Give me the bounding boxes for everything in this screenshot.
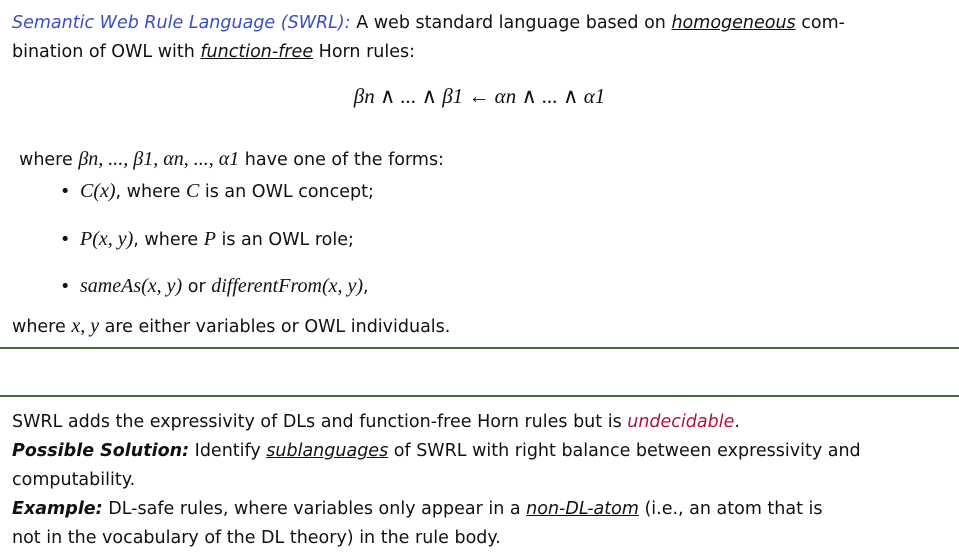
solution-label: Possible Solution: [12, 441, 190, 461]
rule-formula: βn ∧ ... ∧ β1 ← αn ∧ ... ∧ α1 [353, 84, 606, 108]
example-text-a: DL-safe rules, where variables only appe… [102, 499, 527, 519]
where-line: where βn, ..., β1, αn, ..., α1 have one … [19, 145, 941, 175]
example-text-c: not in the vocabulary of the DL theory) … [12, 528, 501, 548]
bottom-line1b: . [734, 412, 740, 432]
separator-top [0, 347, 959, 349]
solution-text-b: of SWRL with right balance between expre… [388, 441, 861, 461]
form-math-2: C [185, 180, 200, 202]
form-text: , where [133, 230, 204, 250]
bullet-icon: • [60, 182, 71, 202]
intro-text-2: com- [795, 13, 845, 33]
example-text-b: (i.e., an atom that is [638, 499, 823, 519]
form-item-same-different: • sameAs(x, y) or differentFrom(x, y), [60, 272, 369, 302]
where-suffix: have one of the forms: [239, 150, 444, 170]
form-math: P(x, y) [80, 228, 134, 250]
closing-prefix: where [12, 317, 72, 337]
form-math-2: differentFrom(x, y) [211, 275, 364, 297]
form-math-2: P [203, 228, 216, 250]
where-prefix: where [19, 150, 79, 170]
swrl-term: Semantic Web Rule Language (SWRL): [12, 13, 351, 33]
solution-text-c: computability. [12, 470, 136, 490]
intro-text-1: A web standard language based on [350, 13, 672, 33]
solution-text-a: Identify [189, 441, 267, 461]
intro-text-3: bination of OWL with [12, 42, 201, 62]
form-text-2: is an OWL concept; [199, 182, 374, 202]
form-text: , where [115, 182, 186, 202]
bottom-paragraph: SWRL adds the expressivity of DLs and fu… [12, 408, 941, 553]
closing-suffix: are either variables or OWL individuals. [99, 317, 451, 337]
sublanguages-term: sublanguages [266, 441, 389, 461]
form-math: sameAs(x, y) [80, 275, 183, 297]
form-text-2: , [363, 277, 369, 297]
separator-bottom [0, 395, 959, 397]
form-item-concept: • C(x), where C is an OWL concept; [60, 177, 374, 207]
bullet-icon: • [60, 230, 71, 250]
intro-text-4: Horn rules: [313, 42, 415, 62]
example-label: Example: [12, 499, 103, 519]
form-text: or [182, 277, 212, 297]
form-text-2: is an OWL role; [215, 230, 354, 250]
bottom-line1a: SWRL adds the expressivity of DLs and fu… [12, 412, 628, 432]
homogeneous-term: homogeneous [671, 13, 796, 33]
form-item-role: • P(x, y), where P is an OWL role; [60, 225, 354, 255]
intro-paragraph: Semantic Web Rule Language (SWRL): A web… [12, 9, 941, 67]
undecidable-term: undecidable [627, 412, 735, 432]
bullet-icon: • [60, 277, 71, 297]
closing-vars: x, y [71, 315, 100, 337]
form-math: C(x) [80, 180, 116, 202]
function-free-term: function-free [200, 42, 314, 62]
closing-line: where x, y are either variables or OWL i… [12, 312, 941, 342]
non-dl-atom-term: non-DL-atom [526, 499, 639, 519]
where-vars: βn, ..., β1, αn, ..., α1 [78, 148, 240, 170]
